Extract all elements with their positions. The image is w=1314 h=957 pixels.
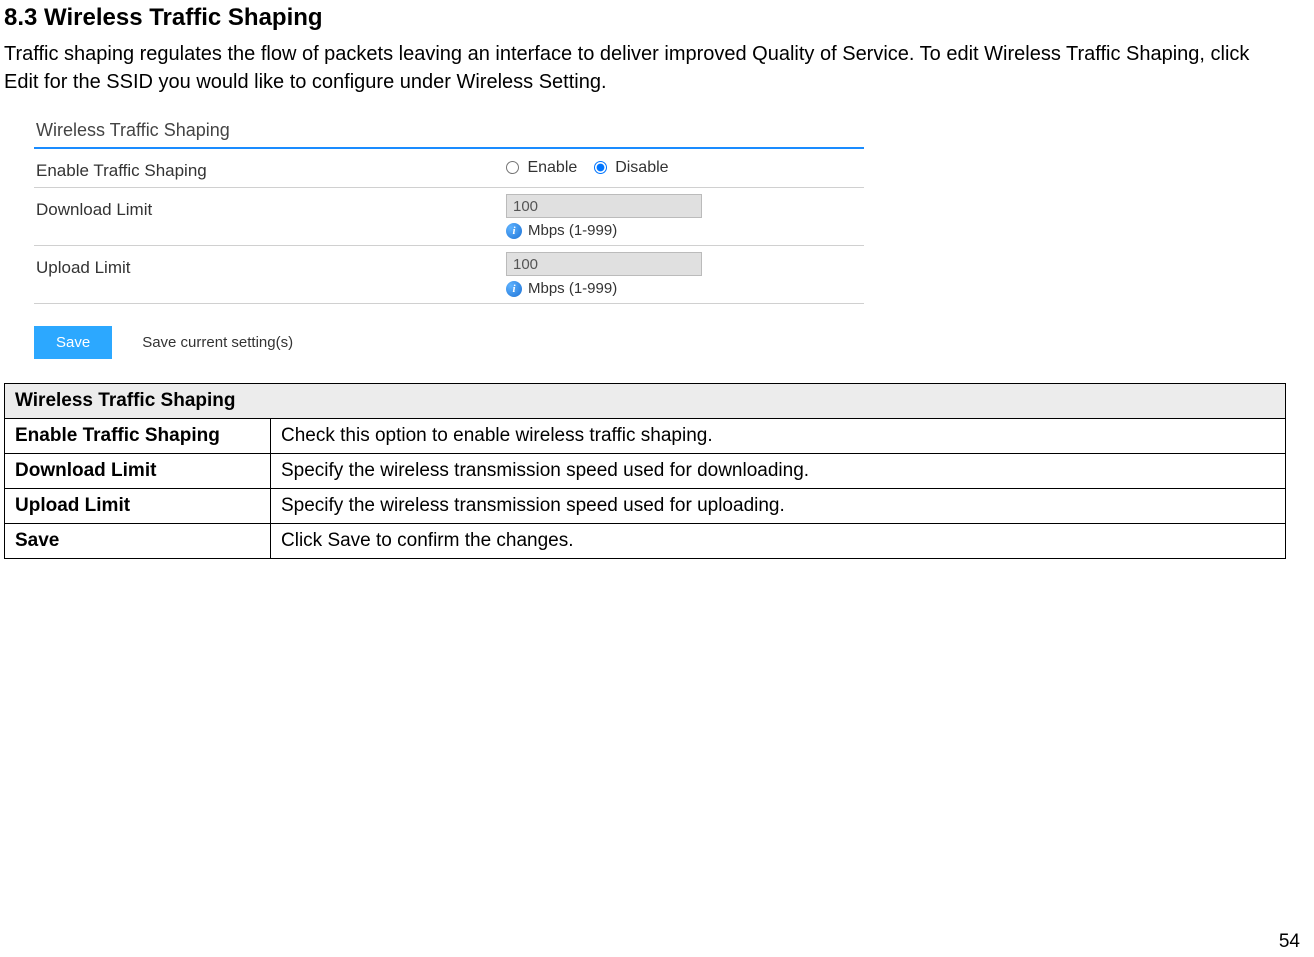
radio-enable-label[interactable]: Enable: [506, 159, 582, 176]
download-label: Download Limit: [34, 194, 506, 220]
upload-hint-text: Mbps (1-999): [528, 280, 617, 297]
settings-screenshot: Wireless Traffic Shaping Enable Traffic …: [34, 116, 864, 359]
table-desc: Specify the wireless transmission speed …: [271, 489, 1286, 524]
table-row: Download Limit Specify the wireless tran…: [5, 454, 1286, 489]
download-hint: i Mbps (1-999): [506, 222, 864, 239]
table-label: Download Limit: [5, 454, 271, 489]
download-control: i Mbps (1-999): [506, 194, 864, 239]
table-row: Enable Traffic Shaping Check this option…: [5, 419, 1286, 454]
upload-hint: i Mbps (1-999): [506, 280, 864, 297]
description-table: Wireless Traffic Shaping Enable Traffic …: [4, 383, 1286, 559]
page-number: 54: [1279, 931, 1300, 953]
radio-enable[interactable]: [506, 161, 519, 174]
table-header-row: Wireless Traffic Shaping: [5, 384, 1286, 419]
enable-row: Enable Traffic Shaping Enable Disable: [34, 149, 864, 188]
table-row: Upload Limit Specify the wireless transm…: [5, 489, 1286, 524]
table-label: Enable Traffic Shaping: [5, 419, 271, 454]
enable-radio-group: Enable Disable: [506, 155, 864, 177]
table-desc: Specify the wireless transmission speed …: [271, 454, 1286, 489]
upload-input[interactable]: [506, 252, 702, 276]
radio-disable-text: Disable: [615, 159, 668, 176]
upload-row: Upload Limit i Mbps (1-999): [34, 246, 864, 304]
table-label: Save: [5, 524, 271, 559]
save-button[interactable]: Save: [34, 326, 112, 359]
radio-enable-text: Enable: [527, 159, 577, 176]
radio-disable[interactable]: [594, 161, 607, 174]
save-row: Save Save current setting(s): [34, 326, 864, 359]
download-hint-text: Mbps (1-999): [528, 222, 617, 239]
table-header: Wireless Traffic Shaping: [5, 384, 1286, 419]
intro-paragraph: Traffic shaping regulates the flow of pa…: [4, 40, 1286, 96]
screenshot-title: Wireless Traffic Shaping: [34, 116, 864, 149]
save-description: Save current setting(s): [142, 334, 293, 351]
radio-disable-label[interactable]: Disable: [594, 159, 669, 176]
info-icon: i: [506, 281, 522, 297]
table-label: Upload Limit: [5, 489, 271, 524]
table-desc: Check this option to enable wireless tra…: [271, 419, 1286, 454]
enable-label: Enable Traffic Shaping: [34, 155, 506, 181]
download-row: Download Limit i Mbps (1-999): [34, 188, 864, 246]
download-input[interactable]: [506, 194, 702, 218]
table-desc: Click Save to confirm the changes.: [271, 524, 1286, 559]
upload-label: Upload Limit: [34, 252, 506, 278]
section-heading: 8.3 Wireless Traffic Shaping: [4, 4, 1286, 32]
upload-control: i Mbps (1-999): [506, 252, 864, 297]
table-row: Save Click Save to confirm the changes.: [5, 524, 1286, 559]
info-icon: i: [506, 223, 522, 239]
